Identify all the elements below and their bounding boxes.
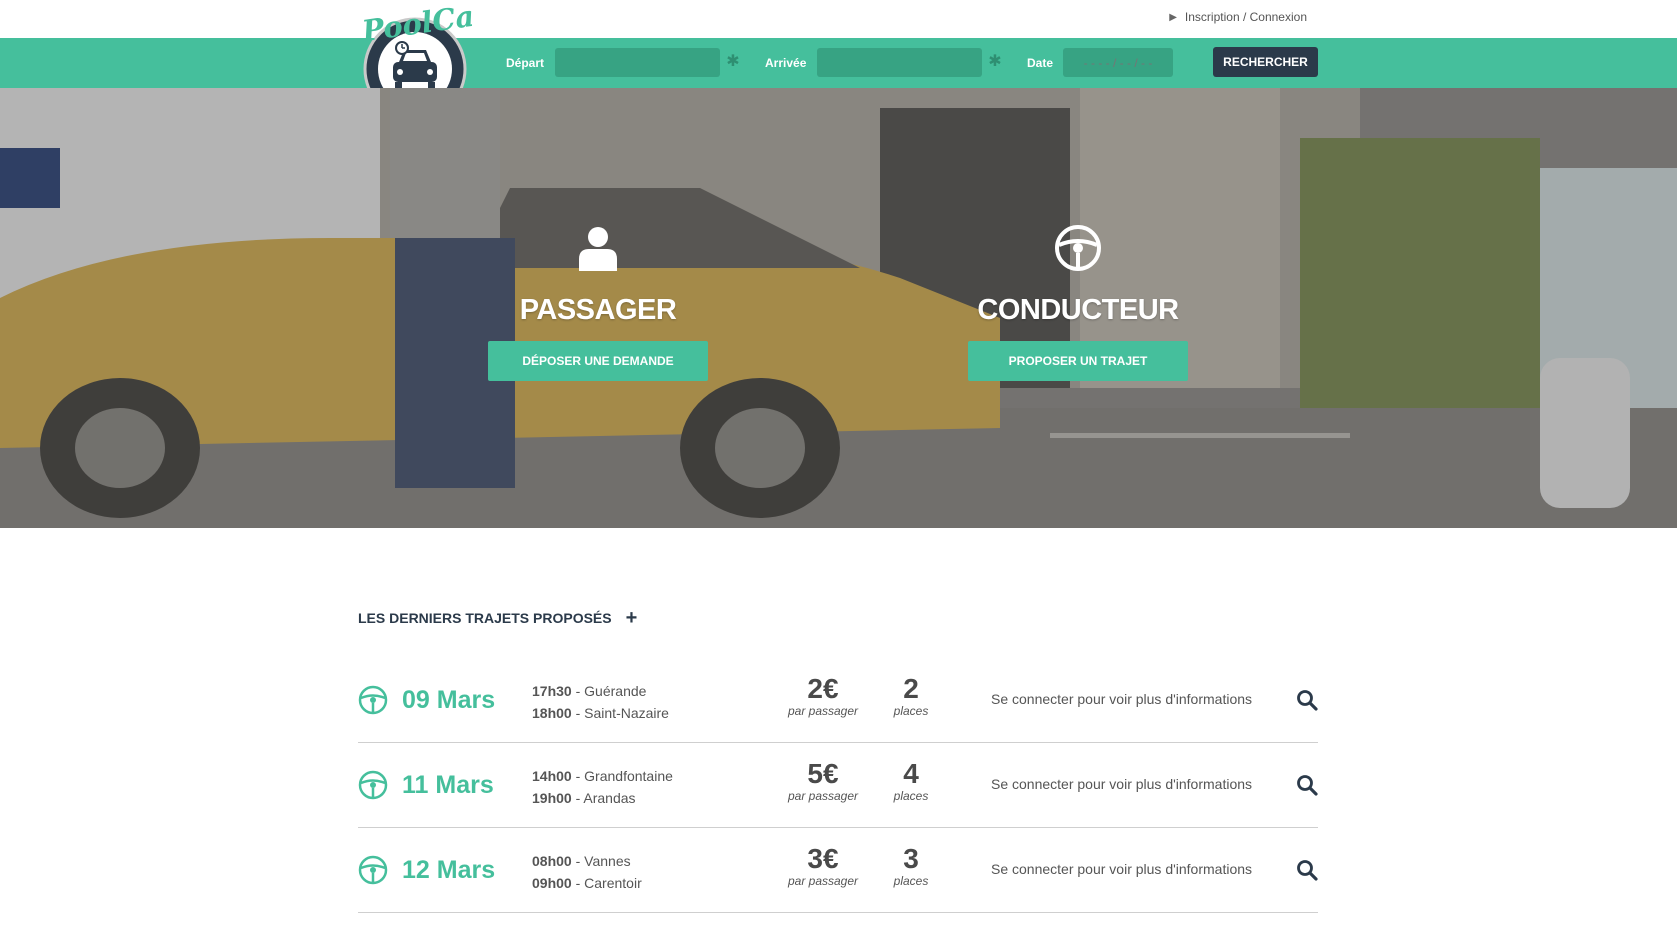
places-value: 3 xyxy=(903,843,919,874)
trip-info: Se connecter pour voir plus d'informatio… xyxy=(991,691,1253,707)
places-value: 4 xyxy=(903,758,919,789)
price-value: 2€ xyxy=(807,673,839,704)
places-value: 2 xyxy=(903,673,919,704)
depart-city: Grandfontaine xyxy=(584,768,673,784)
price-value: 5€ xyxy=(807,758,839,789)
depart-city: Vannes xyxy=(584,853,631,869)
trip-row[interactable]: 11 Mars 14h00 - Grandfontaine 19h00 - Ar… xyxy=(358,743,1318,828)
trip-price: 3€ par passager xyxy=(778,843,868,889)
trip-schedule: 17h30 - Guérande 18h00 - Saint-Nazaire xyxy=(532,683,669,721)
places-unit: places xyxy=(893,704,929,718)
propose-trip-button[interactable]: PROPOSER UN TRAJET xyxy=(968,341,1188,381)
price-unit: par passager xyxy=(787,874,859,888)
trip-row[interactable]: 12 Mars 08h00 - Vannes 09h00 - Carentoir… xyxy=(358,828,1318,913)
steering-wheel-icon xyxy=(358,770,388,800)
trip-info: Se connecter pour voir plus d'informatio… xyxy=(991,861,1253,877)
post-request-button[interactable]: DÉPOSER UNE DEMANDE xyxy=(488,341,708,381)
trip-price: 2€ par passager xyxy=(778,673,868,719)
auth-link[interactable]: ▶ Inscription / Connexion xyxy=(1169,10,1307,24)
date-input[interactable] xyxy=(1063,48,1173,77)
arrival-time: 19h00 xyxy=(532,790,572,806)
depart-time: 17h30 xyxy=(532,683,572,699)
magnifier-icon[interactable] xyxy=(1296,774,1318,796)
passenger-block: PASSAGER DÉPOSER UNE DEMANDE xyxy=(488,223,708,381)
driver-block: CONDUCTEUR PROPOSER UN TRAJET xyxy=(968,223,1188,381)
trip-row[interactable]: 09 Mars 17h30 - Guérande 18h00 - Saint-N… xyxy=(358,658,1318,743)
depart-time: 08h00 xyxy=(532,853,572,869)
depart-time: 14h00 xyxy=(532,768,572,784)
trip-schedule: 08h00 - Vannes 09h00 - Carentoir xyxy=(532,853,642,891)
steering-wheel-icon xyxy=(1055,225,1101,271)
trip-schedule: 14h00 - Grandfontaine 19h00 - Arandas xyxy=(532,768,673,806)
price-unit: par passager xyxy=(787,789,859,803)
trip-info: Se connecter pour voir plus d'informatio… xyxy=(991,776,1253,792)
depart-city: Guérande xyxy=(584,683,647,699)
arrival-city: Carentoir xyxy=(584,875,642,891)
magnifier-icon[interactable] xyxy=(1296,689,1318,711)
hero-background-image xyxy=(0,88,1677,528)
latest-trips-heading: LES DERNIERS TRAJETS PROPOSÉS + xyxy=(358,608,638,628)
passenger-title: PASSAGER xyxy=(519,294,677,326)
trip-date: 11 Mars xyxy=(402,771,494,799)
arrivee-gear-icon[interactable]: ✱ xyxy=(986,53,1004,71)
latest-trips-title: LES DERNIERS TRAJETS PROPOSÉS xyxy=(358,610,612,626)
arrival-time: 09h00 xyxy=(532,875,572,891)
price-value: 3€ xyxy=(807,843,839,874)
trip-places: 2 places xyxy=(876,673,946,719)
search-bar: Départ ✱ Arrivée ✱ Date RECHERCHER xyxy=(0,38,1677,88)
price-unit: par passager xyxy=(787,704,859,718)
depart-label: Départ xyxy=(506,56,545,70)
steering-wheel-icon xyxy=(358,855,388,885)
driver-title: CONDUCTEUR xyxy=(977,294,1179,326)
magnifier-icon[interactable] xyxy=(1296,859,1318,881)
user-icon xyxy=(579,227,617,271)
date-label: Date xyxy=(1027,56,1054,70)
trip-price: 5€ par passager xyxy=(778,758,868,804)
play-triangle-icon: ▶ xyxy=(1169,11,1177,23)
places-unit: places xyxy=(893,874,929,888)
arrival-city: Saint-Nazaire xyxy=(584,705,669,721)
arrival-time: 18h00 xyxy=(532,705,572,721)
depart-input[interactable] xyxy=(555,48,720,77)
search-button[interactable]: RECHERCHER xyxy=(1213,47,1318,77)
arrivee-label: Arrivée xyxy=(765,56,807,70)
arrival-city: Arandas xyxy=(583,790,636,806)
places-unit: places xyxy=(893,789,929,803)
trip-date: 12 Mars xyxy=(402,856,496,884)
arrivee-input[interactable] xyxy=(817,48,982,77)
trip-date: 09 Mars xyxy=(402,686,496,714)
top-bar: ▶ Inscription / Connexion xyxy=(0,0,1677,38)
auth-link-label: Inscription / Connexion xyxy=(1184,10,1307,24)
trip-places: 4 places xyxy=(876,758,946,804)
steering-wheel-icon xyxy=(358,685,388,715)
plus-icon[interactable]: + xyxy=(626,608,638,628)
trip-places: 3 places xyxy=(876,843,946,889)
hero-banner: PASSAGER DÉPOSER UNE DEMANDE CONDUCTEUR … xyxy=(0,88,1677,528)
depart-gear-icon[interactable]: ✱ xyxy=(724,53,742,71)
